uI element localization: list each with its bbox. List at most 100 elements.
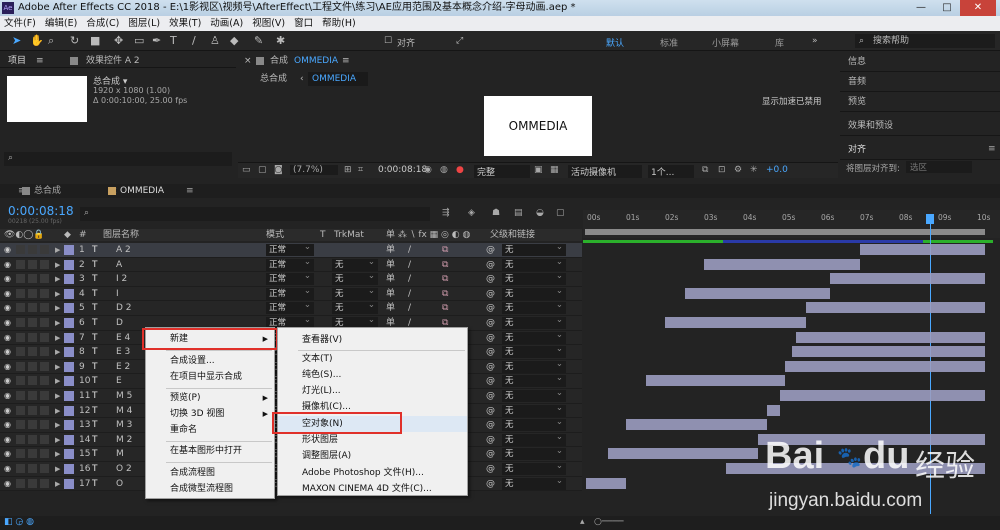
tab-ommedia[interactable]: OMMEDIA <box>102 184 164 198</box>
solo-toggle[interactable] <box>28 434 37 444</box>
solo-toggle[interactable] <box>28 376 37 386</box>
solo-toggle[interactable] <box>28 361 37 371</box>
layer-duration-bar[interactable] <box>608 448 758 460</box>
parent-select[interactable]: 无 <box>502 314 566 329</box>
exposure-value[interactable]: +0.0 <box>766 165 788 175</box>
menu-new-shape-layer[interactable]: 形状图层 <box>278 432 467 448</box>
expand-triangle-icon[interactable]: ▶ <box>55 244 60 256</box>
breadcrumb-current[interactable]: OMMEDIA <box>308 72 368 86</box>
eraser-tool-icon[interactable]: ◆ <box>230 35 238 47</box>
column-layer-name[interactable]: 图层名称 <box>103 229 139 241</box>
menu-effect[interactable]: 效果(T) <box>169 16 201 31</box>
selection-tool-icon[interactable]: ➤ <box>12 35 21 47</box>
parent-select[interactable]: 无 <box>502 372 566 388</box>
audio-toggle[interactable] <box>16 288 25 298</box>
minimize-button[interactable]: — <box>908 0 934 16</box>
expand-triangle-icon[interactable]: ▶ <box>55 434 60 446</box>
layer-name[interactable]: M <box>116 448 124 460</box>
visibility-eye-icon[interactable]: ◉ <box>4 390 11 402</box>
visibility-eye-icon[interactable]: ◉ <box>4 332 11 344</box>
rotate-tool-icon[interactable]: ↻ <box>70 35 79 47</box>
trkmat-select[interactable]: 无 <box>332 270 378 286</box>
stamp-tool-icon[interactable]: ♙ <box>210 35 220 47</box>
menu-comp-flowchart[interactable]: 合成流程图 <box>146 465 274 481</box>
rectangle-tool-icon[interactable]: ▭ <box>134 35 144 47</box>
label-color-swatch[interactable] <box>64 347 74 358</box>
roto-brush-tool-icon[interactable]: ✎ <box>254 35 263 47</box>
solo-toggle[interactable] <box>28 274 37 284</box>
lock-toggle[interactable] <box>40 274 49 284</box>
visibility-eye-icon[interactable]: ◉ <box>4 273 11 285</box>
expand-triangle-icon[interactable]: ▶ <box>55 273 60 285</box>
color-icon[interactable]: ● <box>456 165 464 175</box>
menu-preview[interactable]: 预览(P) ▶ <box>146 390 274 406</box>
menu-new-light[interactable]: 灯光(L)... <box>278 383 467 399</box>
lock-toggle[interactable] <box>40 259 49 269</box>
layer-name[interactable]: E <box>116 375 122 387</box>
lock-toggle[interactable] <box>40 449 49 459</box>
camera-tool-icon[interactable]: ■ <box>90 35 100 47</box>
parent-pickwhip-icon[interactable]: @ <box>486 390 495 402</box>
layer-duration-bar[interactable] <box>796 331 985 343</box>
roi-icon[interactable]: ▣ <box>534 165 543 175</box>
visibility-eye-icon[interactable]: ◉ <box>4 448 11 460</box>
label-color-swatch[interactable] <box>64 405 74 416</box>
visibility-eye-icon[interactable]: ◉ <box>4 375 11 387</box>
pickwhip-icon[interactable]: ⧉ <box>442 302 448 314</box>
audio-toggle[interactable] <box>16 318 25 327</box>
monitor-icon[interactable]: ▢ <box>258 165 267 175</box>
parent-pickwhip-icon[interactable]: @ <box>486 478 495 490</box>
label-color-swatch[interactable] <box>64 420 74 431</box>
align-checkbox[interactable]: ☐ <box>384 35 392 47</box>
snap-icon[interactable]: ⤢ <box>456 35 463 47</box>
breadcrumb-parent[interactable]: 总合成 <box>260 72 287 86</box>
reset-exposure-icon[interactable]: ✳ <box>750 165 758 175</box>
parent-pickwhip-icon[interactable]: @ <box>486 434 495 446</box>
work-area-bar[interactable] <box>585 229 985 235</box>
expand-triangle-icon[interactable]: ▶ <box>55 463 60 475</box>
trkmat-select[interactable]: 无 <box>332 285 378 300</box>
current-timecode[interactable]: 0:00:08:18 <box>8 204 74 218</box>
parent-pickwhip-icon[interactable]: @ <box>486 288 495 300</box>
menu-comp-settings[interactable]: 合成设置... <box>146 353 274 369</box>
lock-toggle[interactable] <box>40 434 49 444</box>
layer-duration-bar[interactable] <box>685 287 830 299</box>
parent-select[interactable]: 无 <box>502 460 566 475</box>
parent-pickwhip-icon[interactable]: @ <box>486 273 495 285</box>
panel-audio[interactable]: 音频 <box>840 72 1000 92</box>
label-color-swatch[interactable] <box>64 303 74 314</box>
menu-reveal-in-project[interactable]: 在项目中显示合成 <box>146 369 274 385</box>
solo-toggle[interactable] <box>28 405 37 415</box>
audio-toggle[interactable] <box>16 434 25 444</box>
render-icon[interactable]: ⧉ <box>702 165 708 175</box>
expand-triangle-icon[interactable]: ▶ <box>55 375 60 387</box>
visibility-eye-icon[interactable]: ◉ <box>4 434 11 446</box>
column-mode[interactable]: 模式 <box>266 229 284 241</box>
lock-toggle[interactable] <box>40 347 49 357</box>
blend-mode-select[interactable]: 正常 <box>266 256 314 271</box>
blend-mode-select[interactable]: 正常 <box>266 285 314 300</box>
layer-name[interactable]: M 3 <box>116 419 132 431</box>
column-parent[interactable]: 父级和链接 <box>490 229 535 241</box>
parent-select[interactable]: 无 <box>502 431 566 446</box>
viewer-timecode[interactable]: 0:00:08:18 <box>378 165 427 175</box>
visibility-eye-icon[interactable]: ◉ <box>4 244 11 256</box>
draft-3d-icon[interactable]: ◈ <box>468 208 475 218</box>
lock-toggle[interactable] <box>40 318 49 327</box>
help-search-input[interactable]: ⌕ 搜索帮助 <box>855 34 995 48</box>
layer-duration-bar[interactable] <box>586 477 626 489</box>
parent-select[interactable]: 无 <box>502 387 566 402</box>
label-color-swatch[interactable] <box>64 318 74 328</box>
shy-switch-icon[interactable]: 单 <box>386 244 395 256</box>
magnify-icon[interactable]: ▭ <box>242 165 251 175</box>
layer-name[interactable]: O 2 <box>116 463 132 475</box>
panel-menu-icon[interactable]: ≡ <box>168 184 194 198</box>
menu-new-photoshop-file[interactable]: Adobe Photoshop 文件(H)... <box>278 465 467 481</box>
visibility-eye-icon[interactable]: ◉ <box>4 419 11 431</box>
layer-duration-bar[interactable] <box>785 360 985 372</box>
tab-project[interactable]: 项目 <box>8 54 26 68</box>
shy-switch-icon[interactable]: 单 <box>386 259 395 271</box>
visibility-eye-icon[interactable]: ◉ <box>4 302 11 314</box>
label-color-swatch[interactable] <box>64 391 74 401</box>
parent-select[interactable]: 无 <box>502 343 566 359</box>
